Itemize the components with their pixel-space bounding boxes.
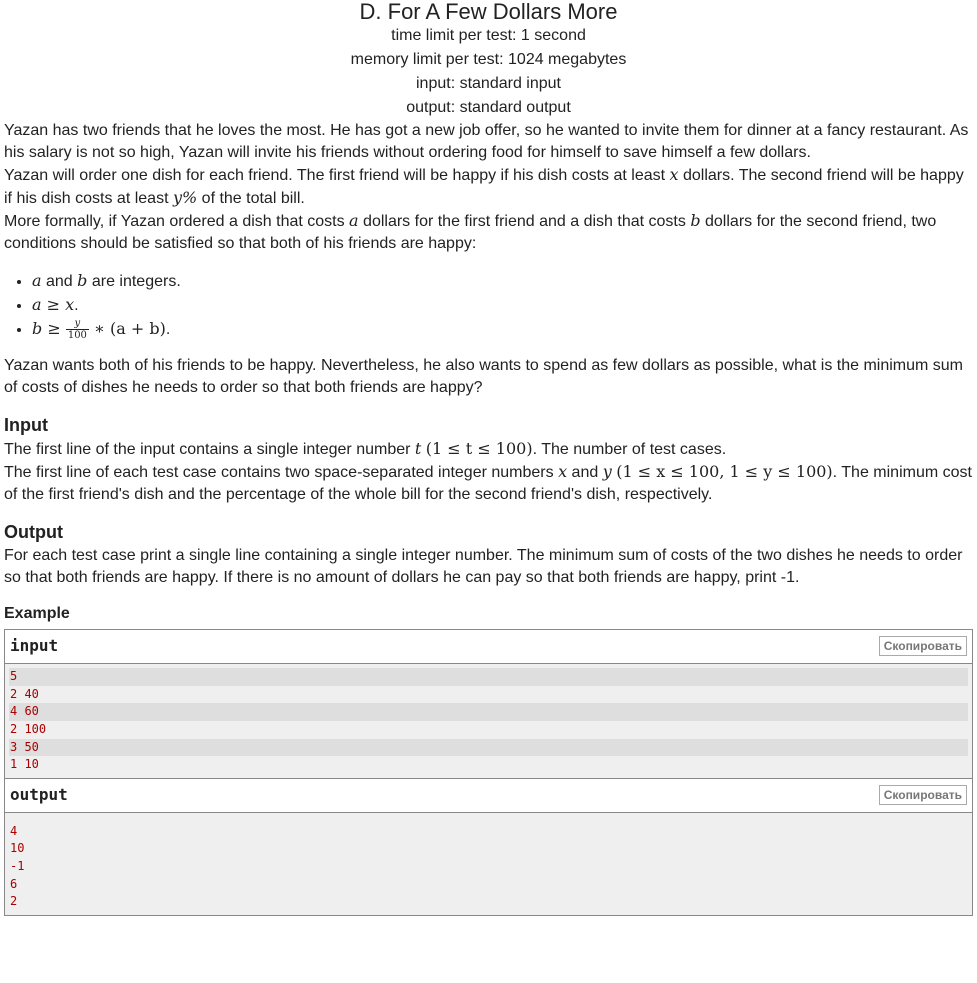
fraction: y 100 xyxy=(65,318,89,342)
copy-input-button[interactable]: Скопировать xyxy=(878,636,967,657)
memory-limit: memory limit per test: 1024 megabytes xyxy=(350,51,627,68)
input-paragraph-1: The first line of the input contains a s… xyxy=(4,439,727,459)
example-input-block: input Скопировать 5 2 40 4 60 2 100 3 50… xyxy=(4,629,973,779)
condition-a-ge-x: a ≥ x. xyxy=(32,293,973,317)
statement-paragraph-4: Yazan wants both of his friends to be ha… xyxy=(4,357,964,397)
output-line: 10 xyxy=(10,841,25,856)
problem-title: D. For A Few Dollars More xyxy=(359,0,618,24)
output-line: 6 xyxy=(10,876,18,891)
statement-paragraph-1: Yazan has two friends that he loves the … xyxy=(4,122,969,161)
example-output-header: output Скопировать xyxy=(5,778,972,813)
output-section-title: Output xyxy=(4,522,63,543)
output-line: 4 xyxy=(10,823,18,838)
input-line: 1 10 xyxy=(10,757,39,772)
example-output-block: output Скопировать 4 10 -1 6 2 xyxy=(4,778,973,916)
output-file: output: standard output xyxy=(406,99,571,116)
problem-header: D. For A Few Dollars More time limit per… xyxy=(0,0,977,120)
input-line: 2 40 xyxy=(10,686,39,701)
statement-paragraph-2: Yazan will order one dish for each frien… xyxy=(4,165,964,207)
example-input-label: input xyxy=(10,636,59,656)
input-file: input: standard input xyxy=(416,75,561,92)
output-line: -1 xyxy=(10,859,25,874)
output-paragraph-1: For each test case print a single line c… xyxy=(4,547,963,587)
input-line: 4 60 xyxy=(9,703,968,722)
input-paragraph-2: The first line of each test case contain… xyxy=(4,462,972,504)
example-input-header: input Скопировать xyxy=(5,630,972,665)
example-output-body: 4 10 -1 6 2 xyxy=(5,812,972,915)
input-line: 5 xyxy=(9,668,968,686)
conditions-list: a and b are integers. a ≥ x. b ≥ y100 ∗ … xyxy=(4,269,973,341)
input-section-title: Input xyxy=(4,415,48,436)
input-line: 2 100 xyxy=(10,722,47,737)
example-output-label: output xyxy=(10,784,68,804)
condition-b-ratio: b ≥ y100 ∗ (a + b). xyxy=(32,317,973,341)
statement-paragraph-3: More formally, if Yazan ordered a dish t… xyxy=(4,211,937,252)
input-line: 3 50 xyxy=(9,738,968,757)
example-input-body: 5 2 40 4 60 2 100 3 50 1 10 xyxy=(5,664,972,778)
copy-output-button[interactable]: Скопировать xyxy=(878,784,967,805)
output-line: 2 xyxy=(10,894,18,909)
time-limit: time limit per test: 1 second xyxy=(391,27,586,44)
condition-integers: a and b are integers. xyxy=(32,269,973,293)
problem-statement: Yazan has two friends that he loves the … xyxy=(0,120,977,625)
example-title: Example xyxy=(4,605,70,623)
